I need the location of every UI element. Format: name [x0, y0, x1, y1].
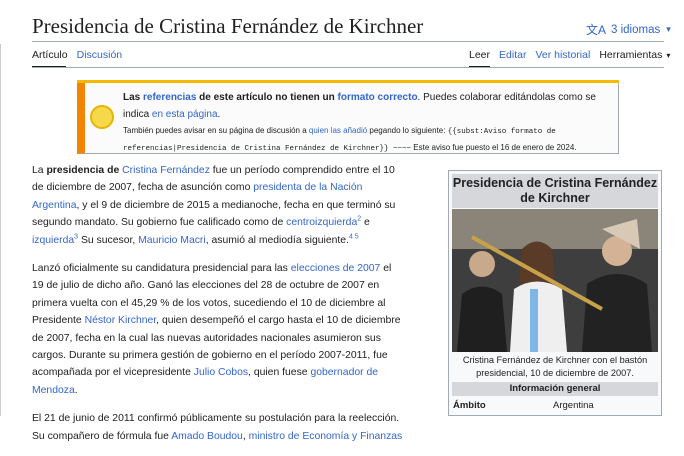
tools-label: Herramientas: [599, 49, 663, 61]
chevron-down-icon: ▾: [666, 24, 671, 34]
notice-subtext: También puedes avisar en su página de di…: [123, 123, 623, 157]
infobox-row-label: Ámbito: [453, 400, 486, 411]
text: La: [32, 165, 47, 176]
language-count: 3 idiomas: [611, 23, 661, 36]
notice-subtext-part: Este aviso fue puesto el 16 de enero de …: [411, 143, 577, 152]
photo-illustration: [452, 209, 658, 352]
tab-read[interactable]: Leer: [469, 49, 490, 61]
notice-top-bar: [77, 80, 619, 83]
paragraph-candidacy: Lanzó oficialmente su candidatura presid…: [32, 260, 404, 399]
page-title: Presidencia de Cristina Fernández de Kir…: [32, 14, 424, 38]
notice-text-part: .: [217, 109, 221, 120]
link-izquierda[interactable]: izquierda: [32, 235, 74, 246]
sidebar-edge: [0, 44, 1, 416]
ref-4-5[interactable]: 4 5: [349, 233, 359, 240]
infobox-caption: Cristina Fernández de Kirchner con el ba…: [462, 355, 648, 378]
bold-text: presidencia de: [46, 165, 123, 176]
infobox-photo[interactable]: [452, 209, 658, 352]
paragraph-intro: La presidencia de Cristina Fernández fue…: [32, 162, 404, 249]
link-mauricio-macri[interactable]: Mauricio Macri: [138, 235, 206, 246]
infobox-title: Presidencia de Cristina Fernández de Kir…: [452, 174, 658, 208]
chevron-down-icon: ▾: [666, 51, 671, 60]
namespace-tabs: Artículo Discusión: [32, 49, 131, 61]
infobox-row-value: Argentina: [553, 400, 594, 411]
tab-edit[interactable]: Editar: [499, 49, 526, 61]
link-centroizquierda[interactable]: centroizquierda: [286, 217, 357, 228]
text: , asumió al mediodía siguiente.: [205, 234, 349, 246]
references-notice: Las referencias de este artículo no tien…: [77, 80, 619, 154]
link-elecciones-2007[interactable]: elecciones de 2007: [291, 263, 381, 274]
link-ministro-economia[interactable]: ministro de Economía y Finanzas: [249, 431, 403, 442]
language-selector[interactable]: 文A 3 idiomas ▾: [586, 21, 671, 38]
lightbulb-icon: [90, 105, 114, 129]
tab-history[interactable]: Ver historial: [535, 49, 590, 61]
article-body: La presidencia de Cristina Fernández fue…: [32, 162, 404, 456]
title-divider: [32, 41, 664, 42]
text: Su sucesor,: [78, 234, 139, 246]
who-added-link[interactable]: quien las añadió: [309, 126, 367, 135]
text: Lanzó oficialmente su candidatura presid…: [32, 263, 291, 275]
link-cristina-fernandez[interactable]: Cristina Fernández: [122, 165, 210, 176]
text: e: [361, 217, 370, 229]
text: .: [74, 384, 78, 396]
tab-article[interactable]: Artículo: [32, 49, 68, 61]
link-nestor-kirchner[interactable]: Néstor Kirchner: [85, 315, 157, 326]
link-julio-cobos[interactable]: Julio Cobos: [194, 367, 248, 378]
notice-subtext-part: pegando lo siguiente:: [367, 126, 448, 135]
view-tabs: Leer Editar Ver historial Herramientas ▾: [469, 49, 679, 61]
infobox-section-header: Información general: [452, 382, 658, 396]
correct-format-link[interactable]: formato correcto: [338, 92, 418, 103]
infobox: Presidencia de Cristina Fernández de Kir…: [448, 170, 662, 416]
tabs-divider: [32, 67, 664, 68]
notice-text: Las referencias de este artículo no tien…: [123, 89, 623, 123]
this-page-link[interactable]: en esta página: [152, 109, 218, 120]
link-amado-boudou[interactable]: Amado Boudou: [171, 431, 243, 442]
text: , quien fuese: [248, 367, 311, 379]
notice-text-part: de este artículo no tienen un: [196, 92, 338, 103]
tab-discussion[interactable]: Discusión: [77, 49, 123, 61]
notice-text-part: Las: [123, 92, 144, 103]
translate-icon: 文A: [586, 23, 607, 37]
tools-menu[interactable]: Herramientas ▾: [599, 49, 670, 61]
notice-subtext-part: También puedes avisar en su página de di…: [123, 126, 309, 135]
references-link[interactable]: referencias: [143, 92, 196, 103]
